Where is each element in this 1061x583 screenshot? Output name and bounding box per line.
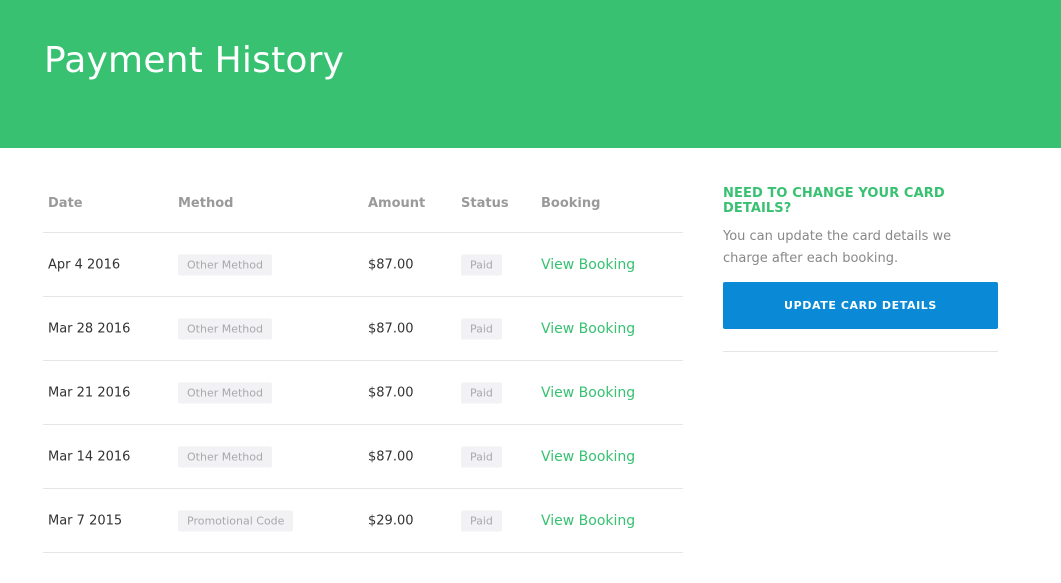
view-booking-link[interactable]: View Booking <box>541 513 635 529</box>
payment-status-cell: Paid <box>461 446 502 467</box>
payment-amount: $87.00 <box>368 321 414 336</box>
column-header-amount: Amount <box>368 196 426 211</box>
card-details-panel: NEED TO CHANGE YOUR CARD DETAILS? You ca… <box>723 186 998 352</box>
payment-date: Mar 14 2016 <box>48 449 131 464</box>
view-booking-cell: View Booking <box>541 321 635 337</box>
payment-method-badge: Other Method <box>178 382 272 403</box>
payment-date: Mar 7 2015 <box>48 513 123 528</box>
payment-method-badge: Promotional Code <box>178 510 294 531</box>
payment-method-badge: Other Method <box>178 446 272 467</box>
payment-amount: $29.00 <box>368 513 414 528</box>
payment-status-cell: Paid <box>461 382 502 403</box>
payment-status-cell: Paid <box>461 318 502 339</box>
page-header: Payment History <box>0 0 1061 148</box>
update-card-details-button[interactable]: UPDATE CARD DETAILS <box>723 282 998 329</box>
column-header-booking: Booking <box>541 196 601 211</box>
main-content: Date Method Amount Status Booking Apr 4 … <box>0 148 1061 583</box>
payment-method-cell: Other Method <box>178 318 272 339</box>
payment-amount: $87.00 <box>368 257 414 272</box>
status-badge: Paid <box>461 318 502 339</box>
payment-method-cell: Other Method <box>178 382 272 403</box>
status-badge: Paid <box>461 446 502 467</box>
view-booking-cell: View Booking <box>541 257 635 273</box>
card-details-description: You can update the card details we charg… <box>723 229 952 266</box>
payment-status-cell: Paid <box>461 510 502 531</box>
payment-method-cell: Promotional Code <box>178 510 294 531</box>
column-header-status: Status <box>461 196 509 211</box>
column-header-date: Date <box>48 196 83 211</box>
table-row: Mar 28 2016 Other Method $87.00 Paid Vie… <box>43 297 683 361</box>
panel-divider <box>723 351 998 352</box>
payment-amount: $87.00 <box>368 385 414 400</box>
view-booking-link[interactable]: View Booking <box>541 449 635 465</box>
view-booking-link[interactable]: View Booking <box>541 321 635 337</box>
payment-method-cell: Other Method <box>178 446 272 467</box>
table-row: Mar 14 2016 Other Method $87.00 Paid Vie… <box>43 425 683 489</box>
status-badge: Paid <box>461 510 502 531</box>
payment-method-badge: Other Method <box>178 318 272 339</box>
payment-status-cell: Paid <box>461 254 502 275</box>
view-booking-cell: View Booking <box>541 385 635 401</box>
table-header-row: Date Method Amount Status Booking <box>43 188 683 233</box>
payment-date: Mar 28 2016 <box>48 321 131 336</box>
status-badge: Paid <box>461 254 502 275</box>
payment-method-badge: Other Method <box>178 254 272 275</box>
payment-method-cell: Other Method <box>178 254 272 275</box>
column-header-method: Method <box>178 196 234 211</box>
table-row: Mar 7 2015 Promotional Code $29.00 Paid … <box>43 489 683 553</box>
view-booking-link[interactable]: View Booking <box>541 385 635 401</box>
table-row: Mar 21 2016 Other Method $87.00 Paid Vie… <box>43 361 683 425</box>
payment-date: Mar 21 2016 <box>48 385 131 400</box>
payment-amount: $87.00 <box>368 449 414 464</box>
view-booking-cell: View Booking <box>541 513 635 529</box>
page-title: Payment History <box>44 40 345 81</box>
table-row: Apr 4 2016 Other Method $87.00 Paid View… <box>43 233 683 297</box>
view-booking-cell: View Booking <box>541 449 635 465</box>
view-booking-link[interactable]: View Booking <box>541 257 635 273</box>
card-details-heading: NEED TO CHANGE YOUR CARD DETAILS? <box>723 186 945 216</box>
payment-date: Apr 4 2016 <box>48 257 121 272</box>
status-badge: Paid <box>461 382 502 403</box>
payment-history-table: Date Method Amount Status Booking Apr 4 … <box>43 188 683 553</box>
